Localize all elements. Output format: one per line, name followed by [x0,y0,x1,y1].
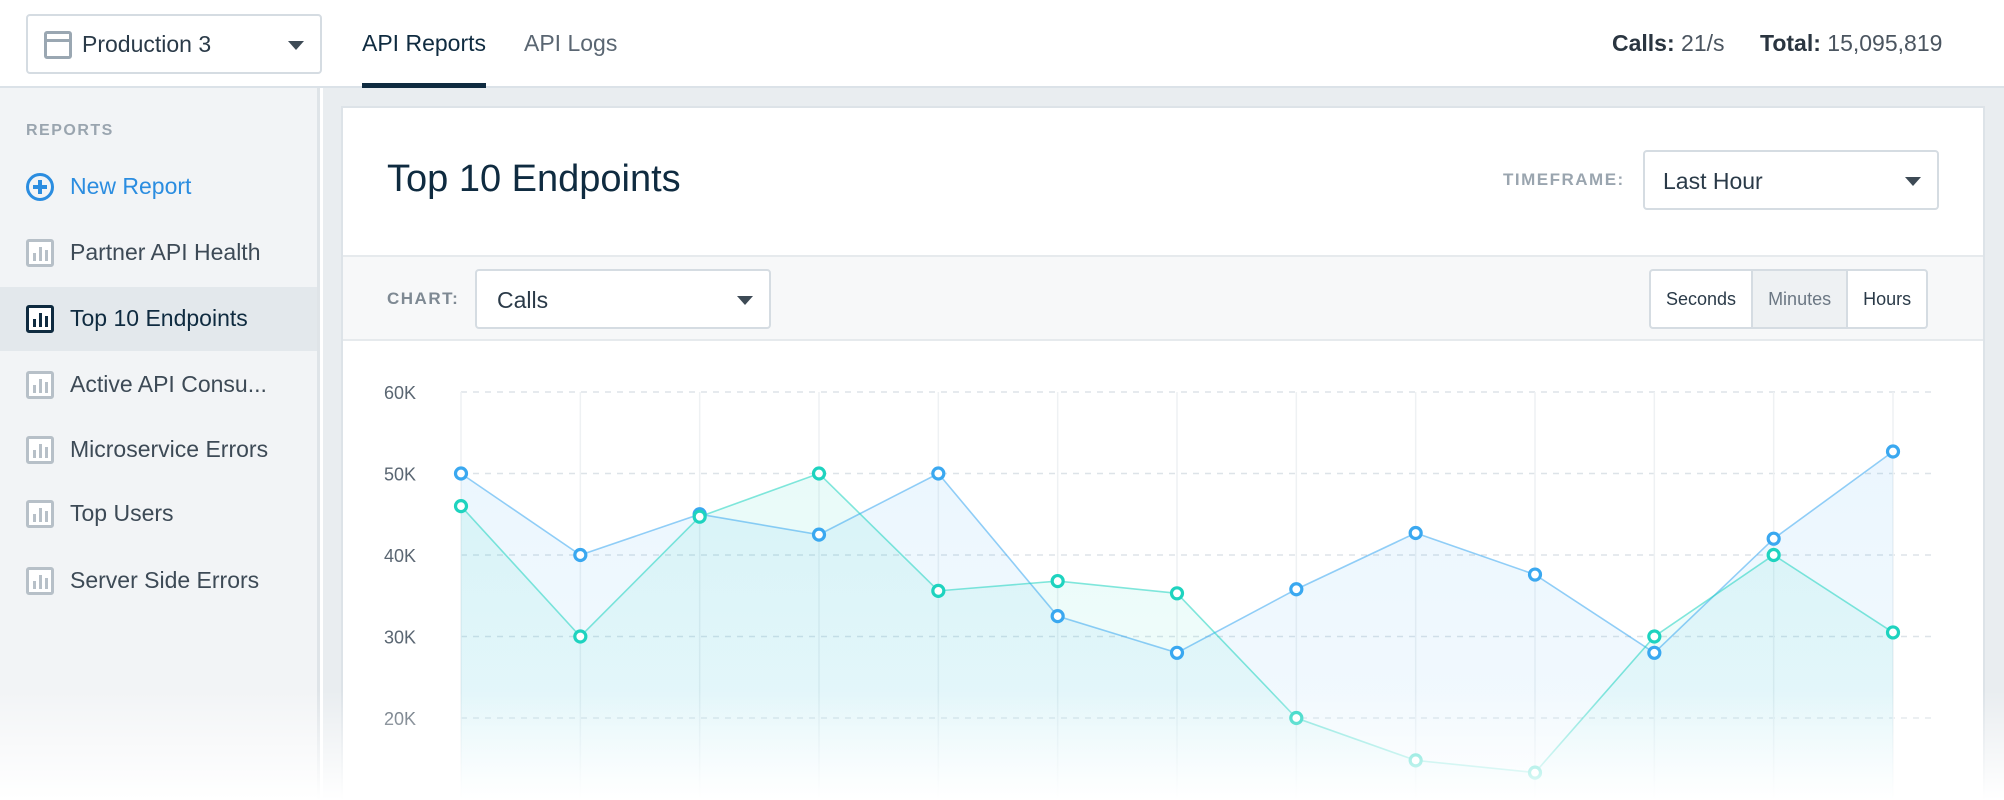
data-point [931,466,946,481]
total-stat: Total: 15,095,819 [1760,30,1942,57]
total-label: Total: [1760,30,1821,56]
data-point [692,509,707,524]
page-title: Top 10 Endpoints [387,158,681,200]
data-point [1766,547,1781,563]
top-bar: Production 3 API Reports API Logs Calls:… [0,0,2004,88]
calls-chart: 60K 50K 40K 30K 20K [384,383,1931,800]
chevron-down-icon [1905,177,1921,186]
data-point [1527,765,1543,780]
sidebar-item-server-side-errors[interactable]: Server Side Errors [0,549,317,613]
tab-api-logs[interactable]: API Logs [524,30,617,57]
data-point [1408,525,1423,541]
sidebar: REPORTS New Report Partner API Health To… [0,88,320,800]
hours-button[interactable]: Hours [1848,271,1926,327]
bar-chart-icon [26,500,54,528]
data-point [1169,645,1185,660]
plus-circle-icon [26,173,54,201]
data-point [453,466,469,481]
environment-label: Production 3 [82,31,212,57]
bar-chart-icon [26,239,54,267]
sidebar-item-partner-api-health[interactable]: Partner API Health [0,221,317,285]
sidebar-item-label: Active API Consu... [70,371,267,397]
chart-label: CHART: [387,289,460,308]
minutes-button[interactable]: Minutes [1753,271,1849,327]
calls-value: 21/s [1681,30,1725,56]
sidebar-item-label: Top Users [70,500,174,526]
sidebar-item-top-10-endpoints[interactable]: Top 10 Endpoints [0,287,317,351]
data-point [1647,645,1662,660]
bar-chart-icon [26,305,54,333]
data-point [811,466,827,481]
sidebar-item-active-api-consumers[interactable]: Active API Consu... [0,353,317,417]
data-point [453,499,469,514]
bar-chart-icon [26,371,54,399]
sidebar-item-label: Partner API Health [70,239,261,265]
granularity-toggle: Seconds Minutes Hours [1649,269,1929,329]
y-tick-label: 40K [384,546,416,566]
chevron-down-icon [288,41,304,50]
data-point [573,547,588,563]
tab-api-reports[interactable]: API Reports [362,30,486,57]
chart-metric-value: Calls [497,287,549,313]
sidebar-item-microservice-errors[interactable]: Microservice Errors [0,418,317,482]
seconds-button[interactable]: Seconds [1651,271,1754,327]
environment-select[interactable]: Production 3 [26,14,322,74]
sidebar-item-label: Top 10 Endpoints [70,305,248,331]
data-point [1289,710,1304,726]
sidebar-item-top-users[interactable]: Top Users [0,482,317,546]
calls-stat: Calls: 21/s [1612,30,1725,57]
calls-label: Calls: [1612,30,1675,56]
data-point [1885,444,1901,459]
data-point [1527,567,1543,582]
data-point [1050,609,1065,624]
chart-toolbar: CHART: Calls Seconds Minutes Hours [343,255,1983,341]
data-point [1647,629,1662,644]
chart-metric-select[interactable]: Calls [475,269,771,329]
data-point [1289,582,1304,597]
data-point [1050,573,1065,589]
sidebar-item-label: Server Side Errors [70,567,260,593]
new-report-button[interactable]: New Report [0,155,317,219]
timeframe-label: TIMEFRAME: [1503,170,1625,189]
y-tick-label: 50K [384,465,416,485]
data-point [1766,531,1781,546]
timeframe-select[interactable]: Last Hour [1643,150,1939,210]
chevron-down-icon [737,296,753,305]
data-point [811,527,827,542]
data-point [1169,586,1185,601]
y-tick-label: 30K [384,628,416,648]
y-tick-label: 60K [384,383,416,403]
y-tick-label: 20K [384,709,416,729]
sidebar-heading: REPORTS [26,122,114,139]
data-point [1885,625,1901,640]
window-icon [44,31,72,59]
data-point [931,583,946,598]
data-point [1408,753,1423,768]
total-value: 15,095,819 [1827,30,1943,56]
timeframe-value: Last Hour [1663,168,1763,194]
bar-chart-icon [26,436,54,464]
bar-chart-icon [26,567,54,595]
data-point [573,629,588,644]
new-report-label: New Report [70,173,192,199]
sidebar-item-label: Microservice Errors [70,436,269,462]
